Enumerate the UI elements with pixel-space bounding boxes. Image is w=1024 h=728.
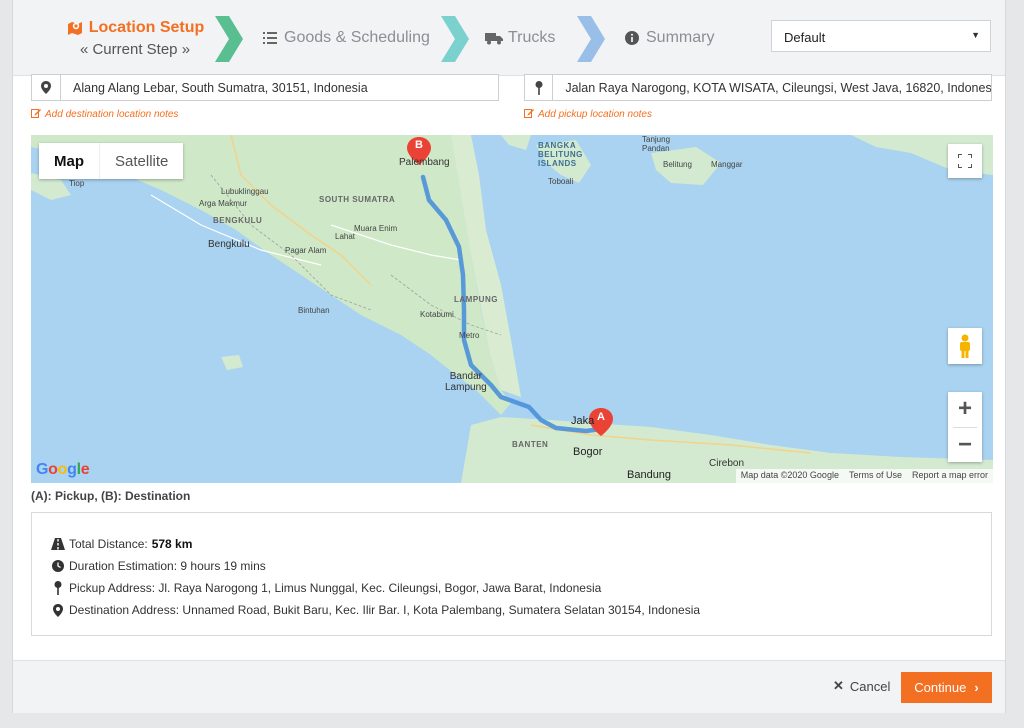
caret-down-icon: ▼: [971, 30, 980, 40]
map-marker-icon: [66, 19, 84, 37]
google-logo: Google: [36, 461, 90, 478]
map-legend: (A): Pickup, (B): Destination: [31, 489, 191, 503]
pickup-address-input[interactable]: Jalan Raya Narogong, KOTA WISATA, Cileun…: [524, 74, 992, 101]
zoom-in-button[interactable]: +: [948, 392, 982, 427]
map-type-control: Map Satellite: [39, 143, 184, 179]
zoom-control: + −: [948, 392, 982, 462]
map-label-lampung: LAMPUNG: [454, 295, 498, 304]
map-label-lubuklinggau: Lubuklinggau: [221, 187, 269, 196]
current-step-label: « Current Step »: [79, 40, 191, 58]
report-map-error-link[interactable]: Report a map error: [907, 469, 993, 483]
main-panel: Location Setup « Current Step » Goods & …: [12, 0, 1006, 713]
clock-icon: [50, 560, 66, 572]
route-info-box: Total Distance: 578 km Duration Estimati…: [31, 512, 992, 636]
duration-text: Duration Estimation: 9 hours 19 mins: [69, 559, 266, 573]
zoom-out-button[interactable]: −: [948, 427, 982, 462]
map-label-muara-enim: Muara Enim: [354, 224, 398, 233]
map-label-arga-makmur: Arga Makmur: [199, 199, 248, 208]
map-type-map-button[interactable]: Map: [39, 143, 99, 179]
map-label-belitung: Belitung: [663, 160, 692, 169]
destination-address-input[interactable]: Alang Alang Lebar, South Sumatra, 30151,…: [31, 74, 499, 101]
map-label-toboali: Toboali: [548, 177, 574, 186]
map-label-bandung: Bandung: [627, 469, 672, 481]
map-label-cirebon: Cirebon: [709, 458, 745, 469]
map-label-pagar-alam: Pagar Alam: [285, 246, 327, 255]
map-label-lahat: Lahat: [335, 232, 356, 241]
chevron-right-icon: ›: [974, 680, 979, 695]
map-label-south-sumatra: SOUTH SUMATRA: [319, 195, 396, 204]
step-location-setup[interactable]: Location Setup « Current Step »: [65, 0, 205, 76]
step-goods-label: Goods & Scheduling: [284, 29, 430, 46]
wizard-footer: ✕ Cancel Continue ›: [13, 660, 1005, 713]
destination-address-row: Destination Address: Unnamed Road, Bukit…: [50, 599, 973, 621]
marker-a-label: A: [597, 411, 605, 423]
chevron-blue-icon: [577, 16, 605, 62]
step-location-title: Location Setup: [88, 18, 205, 36]
map-label-palembang: Palembang: [399, 157, 450, 168]
map-label-manggar: Manggar: [711, 160, 743, 169]
terms-of-use-link[interactable]: Terms of Use: [844, 469, 907, 483]
total-distance-label: Total Distance:: [69, 537, 148, 551]
step-trucks-label: Trucks: [508, 29, 556, 46]
map-label-banten: BANTEN: [512, 440, 549, 449]
edit-icon: [524, 108, 534, 121]
map-label-tiop: Tiop: [69, 179, 85, 188]
map-type-satellite-button[interactable]: Satellite: [99, 143, 183, 179]
add-destination-notes-label: Add destination location notes: [45, 109, 179, 120]
chevron-green-icon: [215, 16, 243, 62]
map-label-bangka-belitung: BANGKA BELITUNG ISLANDS: [538, 141, 583, 168]
pickup-address-value: Jalan Raya Narogong, KOTA WISATA, Cileun…: [565, 80, 991, 95]
map-label-metro: Metro: [459, 331, 480, 340]
step-trucks[interactable]: Trucks: [485, 0, 555, 76]
info-circle-icon: [623, 29, 641, 47]
cancel-button[interactable]: ✕ Cancel: [833, 678, 890, 694]
step-goods-scheduling[interactable]: Goods & Scheduling: [261, 0, 430, 76]
wizard-stepper: Location Setup « Current Step » Goods & …: [13, 0, 1005, 76]
map-pin-icon: [32, 75, 61, 100]
map-label-bintuhan: Bintuhan: [298, 306, 330, 315]
profile-select[interactable]: Default ▼: [771, 20, 991, 52]
route-map[interactable]: B A Tiop Lubuklinggau Arga Makmur BENGKU…: [31, 135, 993, 483]
fullscreen-button[interactable]: [948, 144, 982, 178]
marker-b-label: B: [415, 139, 423, 151]
list-icon: [261, 29, 279, 47]
map-pin-icon: [50, 603, 66, 617]
map-label-jakarta: Jaka: [571, 415, 595, 427]
add-destination-notes-link[interactable]: Add destination location notes: [31, 108, 178, 121]
map-label-bengkulu-region: BENGKULU: [213, 216, 263, 225]
profile-select-value: Default: [784, 30, 826, 45]
map-data-credit: Map data ©2020 Google: [740, 470, 839, 480]
push-pin-icon: [50, 581, 66, 595]
chevron-teal-icon: [441, 16, 469, 62]
pickup-address-text: Pickup Address: Jl. Raya Narogong 1, Lim…: [69, 581, 602, 595]
fullscreen-icon: [958, 154, 972, 168]
cancel-label: Cancel: [849, 678, 891, 694]
destination-address-value: Alang Alang Lebar, South Sumatra, 30151,…: [73, 80, 368, 95]
total-distance-row: Total Distance: 578 km: [50, 533, 973, 555]
map-attribution: Map data ©2020 Google Terms of Use Repor…: [735, 469, 993, 483]
continue-button[interactable]: Continue ›: [901, 672, 992, 703]
road-icon: [50, 538, 66, 550]
edit-icon: [31, 108, 41, 121]
close-icon: ✕: [833, 678, 844, 693]
pegman-icon: [960, 334, 970, 358]
push-pin-icon: [525, 75, 554, 100]
duration-row: Duration Estimation: 9 hours 19 mins: [50, 555, 973, 577]
map-label-bengkulu: Bengkulu: [208, 239, 250, 250]
pickup-address-row: Pickup Address: Jl. Raya Narogong 1, Lim…: [50, 577, 973, 599]
total-distance-value: 578 km: [151, 537, 193, 551]
step-summary[interactable]: Summary: [623, 0, 714, 76]
map-canvas: [31, 135, 993, 483]
street-view-button[interactable]: [948, 328, 982, 364]
add-pickup-notes-label: Add pickup location notes: [538, 109, 652, 120]
destination-address-text: Destination Address: Unnamed Road, Bukit…: [69, 603, 701, 617]
map-label-tanjung-pandan: Tanjung Pandan: [642, 135, 671, 153]
map-label-bogor: Bogor: [573, 446, 603, 458]
truck-icon: [485, 29, 503, 47]
step-summary-label: Summary: [646, 29, 715, 46]
map-label-bandar-lampung: Bandar Lampung: [445, 371, 487, 393]
map-label-kotabumi: Kotabumi: [420, 310, 454, 319]
add-pickup-notes-link[interactable]: Add pickup location notes: [524, 108, 652, 121]
continue-label: Continue: [914, 680, 967, 695]
